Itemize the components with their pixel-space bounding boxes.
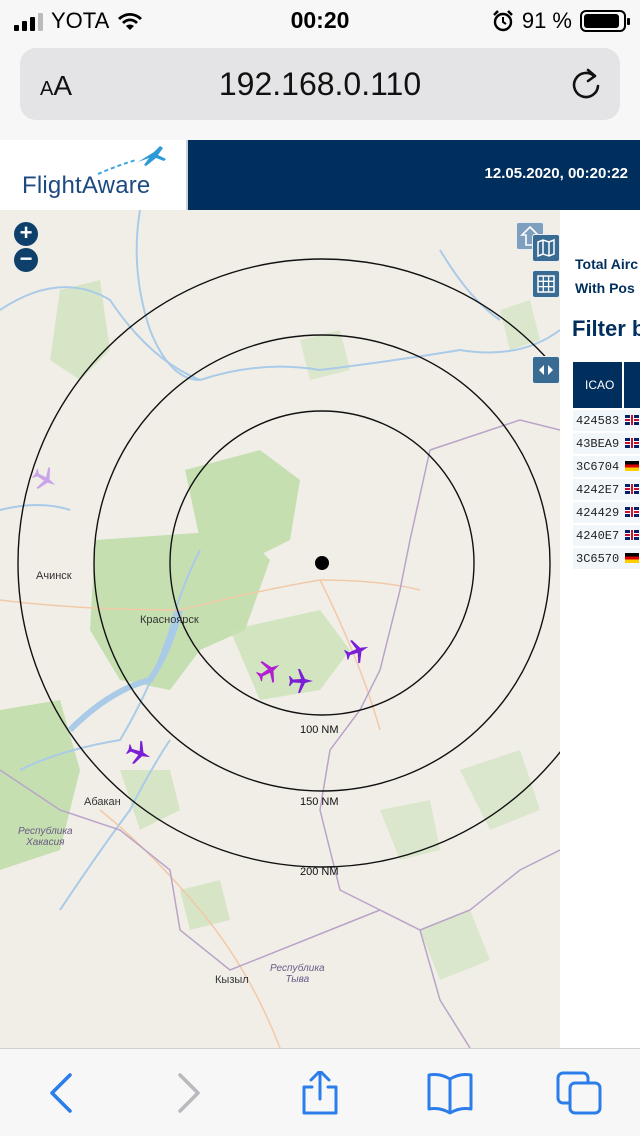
uk-flag-icon [624, 530, 639, 541]
range-rings [17, 258, 560, 868]
column-header-country[interactable] [621, 362, 640, 408]
forward-icon[interactable] [164, 1071, 212, 1115]
country-cell [621, 548, 640, 569]
uk-flag-icon [624, 507, 639, 518]
city-label: Кызыл [215, 974, 249, 986]
range-label-150: 150 NM [300, 796, 339, 808]
icao-cell: 3C6704 [573, 456, 622, 477]
tabs-icon[interactable] [556, 1071, 604, 1115]
brand-name: FlightAware [22, 172, 151, 199]
battery-percent: 91 % [521, 8, 572, 33]
germany-flag-icon [624, 461, 639, 472]
toggle-panel-icon[interactable] [532, 356, 560, 384]
country-cell [621, 456, 640, 477]
country-cell [621, 410, 640, 431]
table-row[interactable]: 4242E7 [573, 479, 640, 500]
total-aircraft-label: Total Airc [575, 256, 639, 272]
browser-address-area: AA 192.168.0.110 [0, 40, 640, 140]
browser-toolbar [0, 1048, 640, 1136]
with-position-label: With Pos [575, 280, 635, 296]
receiver-site-marker [315, 556, 329, 570]
column-header-icao[interactable]: ICAO [573, 362, 622, 408]
zoom-out-button[interactable]: − [14, 248, 38, 272]
grid-icon[interactable] [532, 270, 560, 298]
filter-heading: Filter b [572, 316, 640, 341]
share-icon[interactable] [296, 1071, 344, 1115]
alarm-icon [492, 10, 513, 32]
region-label: Республика Хакасия [18, 826, 73, 848]
icao-cell: 4242E7 [573, 479, 622, 500]
flightaware-logo[interactable]: FlightAware [0, 140, 188, 210]
icao-cell: 424583 [573, 410, 622, 431]
country-cell [621, 525, 640, 546]
uk-flag-icon [624, 484, 639, 495]
range-label-100: 100 NM [300, 724, 339, 736]
reload-icon[interactable] [568, 66, 604, 102]
icao-cell: 4240E7 [573, 525, 622, 546]
table-row[interactable]: 424583 [573, 410, 640, 431]
battery-icon [580, 10, 630, 32]
table-row[interactable]: 4240E7 [573, 525, 640, 546]
status-bar: YOTA 00:20 91 % [0, 0, 640, 40]
zoom-in-button[interactable]: + [14, 222, 38, 246]
back-icon[interactable] [38, 1071, 86, 1115]
icao-cell: 424429 [573, 502, 622, 523]
city-label: Абакан [84, 796, 121, 808]
region-label: Республика Тыва [270, 963, 325, 985]
city-label: Красноярск [140, 614, 199, 626]
map-view[interactable]: 100 NM 150 NM 200 NM Ачинск Красноярск А… [0, 210, 560, 1048]
icao-cell: 3C6570 [573, 548, 622, 569]
uk-flag-icon [624, 438, 639, 449]
range-ring-200 [17, 258, 560, 868]
germany-flag-icon [624, 553, 639, 564]
table-row[interactable]: 43BEA9 [573, 433, 640, 454]
table-row[interactable]: 424429 [573, 502, 640, 523]
url-field[interactable]: 192.168.0.110 [20, 66, 620, 103]
aircraft-panel: Total Airc With Pos Filter b ICAO 424583… [560, 210, 640, 1048]
table-row[interactable]: 3C6570 [573, 548, 640, 569]
app-header: FlightAware 12.05.2020, 00:20:22 [0, 140, 640, 210]
country-cell [621, 479, 640, 500]
range-label-200: 200 NM [300, 866, 339, 878]
address-bar[interactable]: AA 192.168.0.110 [20, 48, 620, 120]
country-cell [621, 433, 640, 454]
uk-flag-icon [624, 415, 639, 426]
header-datetime: 12.05.2020, 00:20:22 [484, 165, 628, 182]
map-icon[interactable] [532, 234, 560, 262]
table-row[interactable]: 3C6704 [573, 456, 640, 477]
bookmarks-icon[interactable] [426, 1071, 474, 1115]
country-cell [621, 502, 640, 523]
aircraft-icon[interactable] [288, 668, 314, 694]
city-label: Ачинск [36, 570, 72, 582]
aircraft-table: ICAO 424583 43BEA9 3C6704 4242E7 424429 4240E… [573, 360, 640, 571]
icao-cell: 43BEA9 [573, 433, 622, 454]
